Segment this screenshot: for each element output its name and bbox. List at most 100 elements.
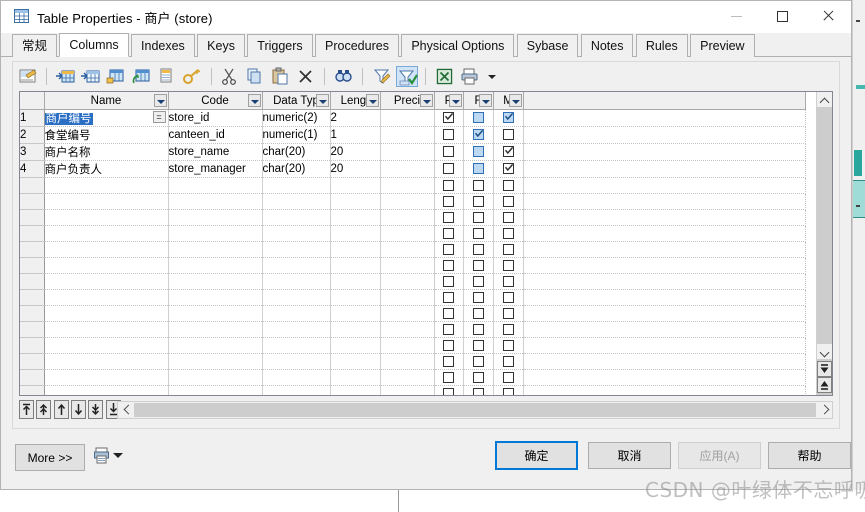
empty-table-row[interactable] <box>20 257 806 274</box>
empty-table-row[interactable] <box>20 385 806 395</box>
cell-length[interactable] <box>330 289 381 306</box>
cell-precision[interactable] <box>380 209 435 226</box>
move-down-button[interactable] <box>71 400 87 419</box>
move-up-button[interactable] <box>53 400 69 419</box>
primary-checkbox[interactable] <box>443 179 454 191</box>
cell-data-type[interactable] <box>262 209 331 226</box>
cell-precision[interactable] <box>380 305 435 322</box>
mandatory-checkbox[interactable] <box>502 163 514 175</box>
cell-name[interactable] <box>44 193 169 210</box>
cell-data-type[interactable] <box>262 369 331 386</box>
primary-checkbox[interactable] <box>443 355 454 367</box>
cell-precision[interactable] <box>380 273 435 290</box>
mandatory-checkbox[interactable] <box>502 227 514 239</box>
cell-length[interactable] <box>330 369 381 386</box>
mandatory-checkbox[interactable] <box>502 307 514 319</box>
move-down-several-button[interactable] <box>88 400 104 419</box>
print-setup-icon[interactable] <box>94 447 110 464</box>
cell-primary[interactable] <box>434 143 464 161</box>
cell-precision[interactable] <box>380 143 435 161</box>
cell-length[interactable] <box>330 305 381 322</box>
tab-keys[interactable]: Keys <box>197 34 245 57</box>
cell-name[interactable]: 商户名称 <box>44 143 169 161</box>
cell-length[interactable] <box>330 193 381 210</box>
move-up-several-button[interactable] <box>36 400 52 419</box>
cell-mandatory[interactable] <box>493 193 524 210</box>
cell-code[interactable] <box>168 209 263 226</box>
mandatory-checkbox[interactable] <box>502 291 514 303</box>
foreign-checkbox[interactable] <box>472 243 484 255</box>
cell-name[interactable] <box>44 321 169 338</box>
cell-length[interactable] <box>330 177 381 194</box>
cell-code[interactable] <box>168 273 263 290</box>
foreign-checkbox[interactable] <box>472 129 484 141</box>
empty-table-row[interactable] <box>20 177 806 194</box>
cell-precision[interactable] <box>380 126 435 144</box>
cell-primary[interactable] <box>434 126 464 144</box>
primary-checkbox[interactable] <box>443 291 454 303</box>
primary-checkbox[interactable] <box>443 112 454 124</box>
cell-precision[interactable] <box>380 385 435 395</box>
mandatory-checkbox[interactable] <box>502 146 514 158</box>
header-precision[interactable]: Preci <box>380 92 435 110</box>
cell-primary[interactable] <box>434 273 464 290</box>
cell-precision[interactable] <box>380 289 435 306</box>
primary-checkbox[interactable] <box>443 146 454 158</box>
cell-data-type[interactable] <box>262 225 331 242</box>
columns-grid[interactable]: Name Code Data Typ Lengt Preci P F M 1商户… <box>19 91 833 396</box>
table-row[interactable]: 1 商户编号 = store_id numeric(2) 2 <box>20 109 806 127</box>
foreign-checkbox[interactable] <box>472 355 484 367</box>
table-row[interactable]: 2 食堂编号 canteen_id numeric(1) 1 <box>20 126 806 144</box>
cell-name[interactable] <box>44 353 169 370</box>
cell-primary[interactable] <box>434 241 464 258</box>
cell-mandatory[interactable] <box>493 273 524 290</box>
empty-table-row[interactable] <box>20 353 806 370</box>
cell-precision[interactable] <box>380 369 435 386</box>
empty-table-row[interactable] <box>20 241 806 258</box>
cell-mandatory[interactable] <box>493 143 524 161</box>
cell-name[interactable]: 商户编号 = <box>44 109 169 127</box>
cell-foreign[interactable] <box>463 209 494 226</box>
cell-name[interactable] <box>44 385 169 395</box>
cell-mandatory[interactable] <box>493 321 524 338</box>
cell-primary[interactable] <box>434 257 464 274</box>
cell-mandatory[interactable] <box>493 369 524 386</box>
cell-mandatory[interactable] <box>493 353 524 370</box>
apply-filter-icon[interactable] <box>395 66 418 87</box>
cell-code[interactable] <box>168 241 263 258</box>
cell-code[interactable] <box>168 305 263 322</box>
cell-foreign[interactable] <box>463 353 494 370</box>
header-code-dropdown-icon[interactable] <box>247 94 261 107</box>
header-foreign[interactable]: F <box>463 92 494 110</box>
tab-columns[interactable]: Columns <box>59 33 129 57</box>
cell-length[interactable] <box>330 337 381 354</box>
cell-primary[interactable] <box>434 289 464 306</box>
ok-button[interactable]: 确定 <box>495 441 578 470</box>
mandatory-checkbox[interactable] <box>502 339 514 351</box>
go-to-last-row-button[interactable] <box>817 377 832 393</box>
cell-data-type[interactable]: numeric(2) <box>262 109 331 127</box>
cell-precision[interactable] <box>380 160 435 178</box>
cell-precision[interactable] <box>380 193 435 210</box>
tab-procedures[interactable]: Procedures <box>315 34 399 57</box>
cell-mandatory[interactable] <box>493 126 524 144</box>
cell-primary[interactable] <box>434 337 464 354</box>
empty-table-row[interactable] <box>20 193 806 210</box>
print-icon[interactable] <box>459 66 481 87</box>
cell-foreign[interactable] <box>463 143 494 161</box>
grid-horizontal-scrollbar[interactable] <box>117 401 833 419</box>
copy-row-icon[interactable] <box>156 66 178 87</box>
cell-mandatory[interactable] <box>493 289 524 306</box>
cell-name[interactable] <box>44 337 169 354</box>
tab-general[interactable]: 常规 <box>12 34 58 57</box>
cell-length[interactable] <box>330 241 381 258</box>
maximize-button[interactable] <box>759 1 805 31</box>
cell-primary[interactable] <box>434 160 464 178</box>
mandatory-checkbox[interactable] <box>502 112 514 124</box>
primary-checkbox[interactable] <box>443 243 454 255</box>
cell-foreign[interactable] <box>463 321 494 338</box>
cell-data-type[interactable] <box>262 337 331 354</box>
header-mandatory-dropdown-icon[interactable] <box>508 94 522 107</box>
cell-length[interactable] <box>330 385 381 395</box>
cell-name[interactable] <box>44 305 169 322</box>
